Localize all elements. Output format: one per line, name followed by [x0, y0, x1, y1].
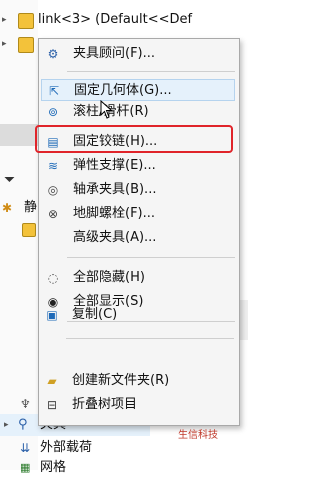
context-menu: ⚙ 夹具顾问(F)... ⇱ 固定几何体(G)... ⊚ 滚柱/滑杆(R) ▤ … [38, 38, 240, 426]
fixture-advisor-icon: ⚙ [47, 47, 59, 61]
mesh-icon: ▦ [20, 461, 31, 474]
menu-item-bearing-fixture[interactable]: ◎ 轴承夹具(B)... [41, 179, 235, 201]
menu-item-elastic-support[interactable]: ≋ 弹性支撑(E)... [41, 155, 235, 177]
part-icon [22, 223, 36, 237]
highlight-box [35, 125, 233, 153]
filter-icon[interactable]: ⏷ [4, 170, 15, 190]
menu-item-roller-slider[interactable]: ⊚ 滚柱/滑杆(R) [41, 101, 235, 123]
roller-slider-icon: ⊚ [47, 105, 59, 119]
expand-arrow-icon[interactable]: ▸ [2, 10, 7, 30]
menu-item-foundation-bolt[interactable]: ⊗ 地脚螺栓(F)... [41, 203, 235, 225]
tree-row-label: 静 [24, 200, 38, 215]
tree-row-label: 外部载荷 [40, 440, 93, 455]
menu-item-collapse-tree[interactable]: ⊟ 折叠树项目 [40, 394, 234, 416]
watermark-text: 生信科技 [178, 430, 218, 441]
expand-arrow-icon[interactable]: ▸ [4, 414, 9, 436]
menu-item-copy[interactable]: ▣ 复制(C) [40, 304, 234, 326]
fixed-geometry-icon: ⇱ [48, 84, 60, 98]
menu-item-new-folder[interactable]: ▰ 创建新文件夹(R) [40, 370, 234, 392]
menu-separator [67, 71, 235, 72]
tree-divider-bar [0, 124, 38, 146]
part-icon [18, 37, 34, 53]
external-load-icon: ⇊ [20, 441, 31, 455]
tree-row-label: link<3> (Default<<Def [38, 12, 193, 27]
foundation-bolt-icon: ⊗ [47, 207, 59, 221]
menu-item-fixture-advisor[interactable]: ⚙ 夹具顾问(F)... [41, 43, 235, 65]
fixture-icon: ⚲ [18, 417, 28, 432]
collapse-tree-icon: ⊟ [46, 398, 58, 412]
copy-icon: ▣ [46, 308, 58, 322]
menu-item-hide-all[interactable]: ◌ 全部隐藏(H) [41, 267, 235, 289]
part-icon [18, 13, 34, 29]
tree-row-label: 网格 [40, 460, 67, 475]
menu-item-fixed-geometry[interactable]: ⇱ 固定几何体(G)... [41, 79, 235, 101]
study-icon: ✱ [2, 201, 13, 215]
new-folder-icon: ▰ [47, 374, 57, 388]
fixture-item-icon: ♆ [20, 397, 31, 411]
bearing-fixture-icon: ◎ [47, 183, 59, 197]
hide-all-icon: ◌ [47, 271, 59, 285]
elastic-support-icon: ≋ [47, 159, 59, 173]
expand-arrow-icon[interactable]: ▸ [2, 34, 7, 54]
menu-separator [67, 257, 235, 258]
menu-item-advanced-fixture[interactable]: 高级夹具(A)... [41, 227, 235, 249]
